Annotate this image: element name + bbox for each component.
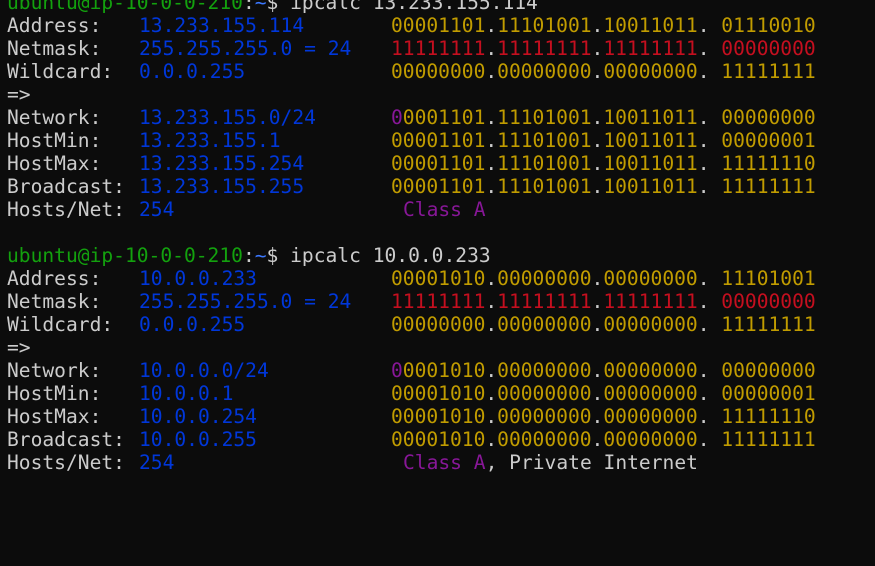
row-value: 10.0.0.233	[139, 267, 257, 290]
output-row-network: Network: 13.233.155.0/24 00001101.111010…	[7, 106, 875, 129]
row-value: 0.0.0.255	[139, 313, 246, 336]
output-row-hosts: Hosts/Net: 254 Class A	[7, 198, 875, 221]
row-label: Network:	[7, 359, 102, 382]
row-label: Wildcard:	[7, 60, 114, 83]
row-value: 254	[139, 198, 175, 221]
output-row-broadcast: Broadcast: 10.0.0.255 00001010.00000000.…	[7, 428, 875, 451]
output-row-hosts: Hosts/Net: 254 Class A, Private Internet	[7, 451, 875, 474]
row-binary: 00001010.00000000.00000000. 11111110	[391, 405, 816, 428]
prompt-symbol: $	[266, 244, 291, 267]
output-row-address: Address: 13.233.155.114 00001101.1110100…	[7, 14, 875, 37]
output-row-wildcard: Wildcard: 0.0.0.255 00000000.00000000.00…	[7, 60, 875, 83]
prompt-user-host: ubuntu@ip-10-0-0-210	[7, 244, 243, 267]
row-value: 10.0.0.0/24	[139, 359, 269, 382]
row-label: HostMax:	[7, 152, 102, 175]
output-row-wildcard: Wildcard: 0.0.0.255 00000000.00000000.00…	[7, 313, 875, 336]
arrow-line: =>	[7, 83, 875, 106]
row-label: Wildcard:	[7, 313, 114, 336]
row-value: 10.0.0.254	[139, 405, 257, 428]
row-label: Address:	[7, 267, 102, 290]
prompt-line: ubuntu@ip-10-0-0-210:~$ ipcalc 13.233.15…	[7, 0, 875, 14]
row-value: 13.233.155.1	[139, 129, 281, 152]
row-binary: 11111111.11111111.11111111. 00000000	[391, 290, 816, 313]
row-binary: 00001010.00000000.00000000. 11101001	[391, 267, 816, 290]
row-label: Broadcast:	[7, 175, 125, 198]
row-binary: 00001101.11101001.10011011. 11111110	[391, 152, 816, 175]
prompt-path: ~	[254, 244, 267, 267]
arrow-text: =>	[7, 83, 31, 106]
row-binary: 00001101.11101001.10011011. 00000000	[391, 106, 816, 129]
output-row-hostmin: HostMin: 13.233.155.1 00001101.11101001.…	[7, 129, 875, 152]
row-value: 255.255.255.0 = 24	[139, 290, 352, 313]
command-text: ipcalc 13.233.155.114	[290, 0, 538, 14]
terminal-window[interactable]: ubuntu@ip-10-0-0-210:~$ ipcalc 13.233.15…	[7, 0, 875, 506]
arrow-line: =>	[7, 336, 875, 359]
row-value: 13.233.155.255	[139, 175, 305, 198]
row-binary: 00001010.00000000.00000000. 00000000	[391, 359, 816, 382]
row-value: 13.233.155.0/24	[139, 106, 316, 129]
row-binary: 00001010.00000000.00000000. 11111111	[391, 428, 816, 451]
row-binary: 00000000.00000000.00000000. 11111111	[391, 60, 816, 83]
row-binary: 00000000.00000000.00000000. 11111111	[391, 313, 816, 336]
row-label: Hosts/Net:	[7, 451, 125, 474]
row-binary: 00001101.11101001.10011011. 11111111	[391, 175, 816, 198]
output-row-netmask: Netmask: 255.255.255.0 = 24 11111111.111…	[7, 37, 875, 60]
row-value: 10.0.0.1	[139, 382, 234, 405]
row-label: HostMin:	[7, 129, 102, 152]
row-value: 254	[139, 451, 175, 474]
row-label: HostMin:	[7, 382, 102, 405]
output-row-address: Address: 10.0.0.233 00001010.00000000.00…	[7, 267, 875, 290]
row-value: 13.233.155.114	[139, 14, 305, 37]
row-binary: 00001101.11101001.10011011. 00000001	[391, 129, 816, 152]
row-label: Hosts/Net:	[7, 198, 125, 221]
row-label: Netmask:	[7, 37, 102, 60]
prompt-line: ubuntu@ip-10-0-0-210:~$ ipcalc 10.0.0.23…	[7, 244, 875, 267]
row-binary: 00001010.00000000.00000000. 00000001	[391, 382, 816, 405]
arrow-text: =>	[7, 336, 31, 359]
output-row-broadcast: Broadcast: 13.233.155.255 00001101.11101…	[7, 175, 875, 198]
row-value: 13.233.155.254	[139, 152, 305, 175]
prompt-path: ~	[254, 0, 267, 14]
network-class: Class A	[403, 198, 486, 221]
row-value: 0.0.0.255	[139, 60, 246, 83]
prompt-separator: :	[242, 244, 255, 267]
row-value: 255.255.255.0 = 24	[139, 37, 352, 60]
row-label: HostMax:	[7, 405, 102, 428]
output-row-hostmin: HostMin: 10.0.0.1 00001010.00000000.0000…	[7, 382, 875, 405]
row-binary: 11111111.11111111.11111111. 00000000	[391, 37, 816, 60]
prompt-separator: :	[242, 0, 255, 14]
command-text: ipcalc 10.0.0.233	[290, 244, 491, 267]
output-row-netmask: Netmask: 255.255.255.0 = 24 11111111.111…	[7, 290, 875, 313]
output-row-hostmax: HostMax: 10.0.0.254 00001010.00000000.00…	[7, 405, 875, 428]
row-label: Network:	[7, 106, 102, 129]
row-binary: 00001101.11101001.10011011. 01110010	[391, 14, 816, 37]
row-label: Netmask:	[7, 290, 102, 313]
prompt-user-host: ubuntu@ip-10-0-0-210	[7, 0, 243, 14]
row-label: Broadcast:	[7, 428, 125, 451]
network-class: Class A, Private Internet	[403, 451, 698, 474]
output-row-network: Network: 10.0.0.0/24 00001010.00000000.0…	[7, 359, 875, 382]
row-label: Address:	[7, 14, 102, 37]
prompt-symbol: $	[266, 0, 291, 14]
row-value: 10.0.0.255	[139, 428, 257, 451]
output-row-hostmax: HostMax: 13.233.155.254 00001101.1110100…	[7, 152, 875, 175]
